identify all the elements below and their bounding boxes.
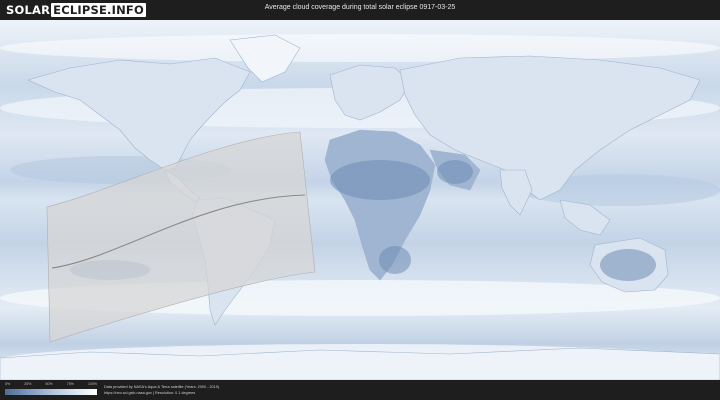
scale-tick: 25% (24, 382, 32, 386)
arabia-clear (437, 160, 473, 184)
scale-tick: 75% (66, 382, 74, 386)
scale-gradient-bar (5, 389, 97, 395)
map-title: Average cloud coverage during total sola… (264, 4, 456, 11)
world-cloud-map (0, 20, 720, 380)
scale-tick: 50% (45, 382, 53, 386)
scale-tick: 100% (88, 382, 97, 386)
scale-tick: 0% (5, 382, 11, 386)
scale-ticks: 0% 25% 50% 75% 100% (5, 382, 97, 387)
sahara-clear (330, 160, 430, 200)
australia-clear (600, 249, 656, 281)
antarctica (0, 347, 720, 380)
southern-africa-clear (379, 246, 411, 274)
cloud-band (0, 34, 720, 62)
data-credits: Data provided by NASA's Aqua & Terra sat… (104, 384, 219, 396)
cloud-coverage-scale: 0% 25% 50% 75% 100% (5, 382, 97, 395)
credit-line-url[interactable]: https://neo.sci.gsfc.nasa.gov | Resoluti… (104, 390, 219, 396)
